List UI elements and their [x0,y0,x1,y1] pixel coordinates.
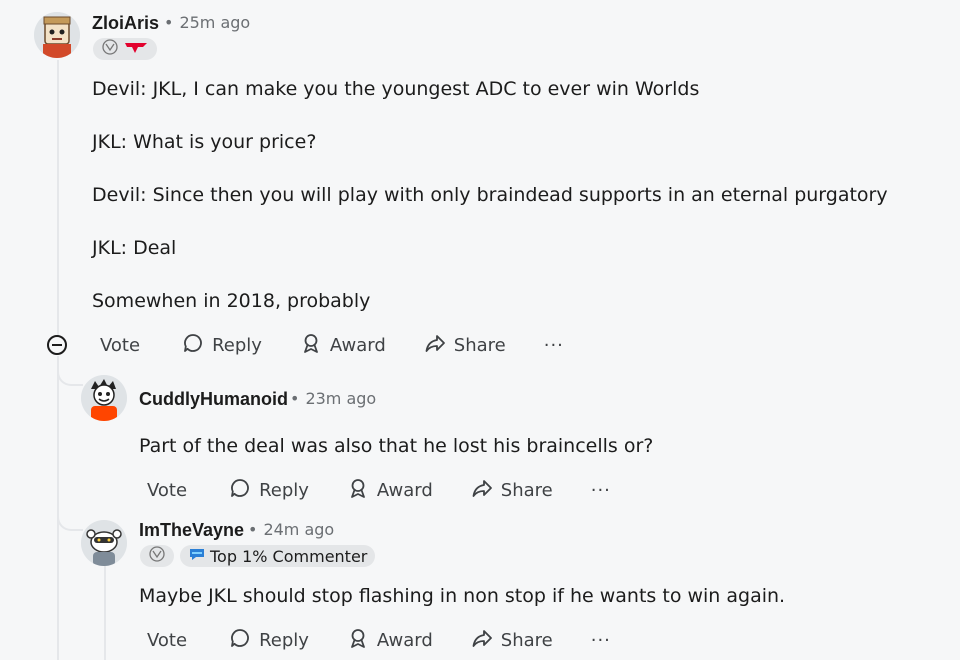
comment-paragraph: Devil: Since then you will play with onl… [92,184,888,206]
minus-icon [52,344,62,346]
award-icon [300,332,322,359]
username[interactable]: CuddlyHumanoid [139,389,288,410]
comment-actions: Vote Reply Award Share ··· [92,330,564,371]
more-options-button[interactable]: ··· [591,480,611,501]
share-arrow-icon [471,477,493,504]
thread-branch-1 [57,360,83,386]
reply-label: Reply [259,629,309,651]
award-button[interactable]: Award [347,627,433,654]
user-flair-row: Top 1% Commenter [140,545,376,567]
comment-paragraph: Maybe JKL should stop flashing in non st… [139,585,786,607]
award-icon [347,477,369,504]
comment-actions: Vote Reply Award Share ··· [139,475,611,516]
award-label: Award [329,334,386,356]
user-flair [140,545,174,567]
comment-paragraph: Part of the deal was also that he lost h… [139,435,654,457]
separator-dot: • [248,520,258,539]
user-flair [93,38,157,60]
award-button[interactable]: Award [300,332,386,359]
share-label: Share [453,334,506,356]
award-button[interactable]: Award [347,477,433,504]
wolf-emblem-icon [148,545,166,567]
top-commenter-badge: Top 1% Commenter [180,545,376,567]
share-arrow-icon [471,627,493,654]
more-options-button[interactable]: ··· [544,335,564,356]
comment-actions: Vote Reply Award Share ··· [139,625,611,660]
vote-group: Vote [139,479,215,516]
timestamp: • 25m ago [162,13,250,32]
separator-dot: • [290,389,300,408]
thread-branch-2 [57,505,83,531]
comment-paragraph: JKL: What is your price? [92,131,317,153]
time-label: 23m ago [305,389,377,408]
share-label: Share [500,629,553,651]
time-label: 25m ago [179,13,251,32]
more-options-button[interactable]: ··· [591,630,611,651]
top-commenter-label: Top 1% Commenter [210,546,368,566]
collapse-thread-button[interactable] [47,335,67,355]
award-label: Award [376,629,433,651]
time-label: 24m ago [263,520,335,539]
share-button[interactable]: Share [471,477,553,504]
avatar[interactable] [81,520,127,566]
share-button[interactable]: Share [471,627,553,654]
thread-line-main [57,60,59,335]
timestamp: • 24m ago [246,520,334,539]
team-logo-icon [123,40,149,59]
comment-bubble-icon [229,477,251,504]
vote-label: Vote [100,334,141,356]
reply-label: Reply [212,334,262,356]
share-arrow-icon [424,332,446,359]
comment-paragraph: Devil: JKL, I can make you the youngest … [92,78,700,100]
vote-label: Vote [147,629,188,651]
comment-paragraph: Somewhen in 2018, probably [92,290,371,312]
separator-dot: • [164,13,174,32]
comment-bubble-icon [229,627,251,654]
avatar[interactable] [81,375,127,421]
reply-button[interactable]: Reply [229,627,309,654]
reply-button[interactable]: Reply [182,332,262,359]
vote-group: Vote [139,629,215,660]
username[interactable]: ZloiAris [92,13,159,34]
reply-label: Reply [259,479,309,501]
top-commenter-icon [188,546,206,566]
user-flair-row [93,38,157,60]
vote-group: Vote [92,334,168,371]
avatar[interactable] [34,12,80,58]
reply-button[interactable]: Reply [229,477,309,504]
award-icon [347,627,369,654]
timestamp: • 23m ago [288,389,376,408]
vote-label: Vote [147,479,188,501]
thread-line-reply-2 [104,566,106,660]
comment-paragraph: JKL: Deal [92,237,177,259]
wolf-emblem-icon [101,38,119,60]
share-label: Share [500,479,553,501]
award-label: Award [376,479,433,501]
username[interactable]: ImTheVayne [139,520,244,541]
share-button[interactable]: Share [424,332,506,359]
comment-bubble-icon [182,332,204,359]
